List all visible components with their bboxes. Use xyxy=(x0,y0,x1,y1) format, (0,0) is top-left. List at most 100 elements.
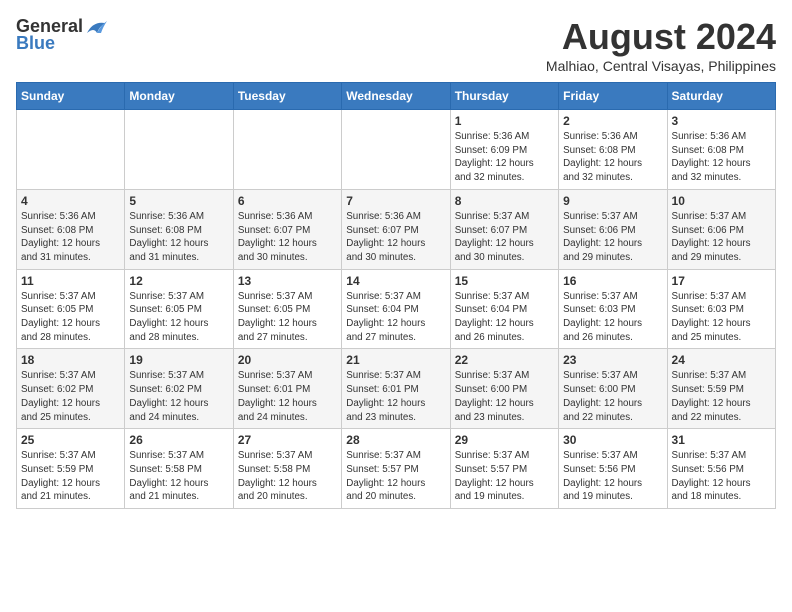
day-number: 11 xyxy=(21,274,120,288)
location: Malhiao, Central Visayas, Philippines xyxy=(546,58,776,74)
day-number: 5 xyxy=(129,194,228,208)
day-number: 14 xyxy=(346,274,445,288)
day-info: Sunrise: 5:37 AMSunset: 6:04 PMDaylight:… xyxy=(455,290,554,345)
calendar-cell: 26 Sunrise: 5:37 AMSunset: 5:58 PMDayligh… xyxy=(125,429,233,509)
day-info: Sunrise: 5:36 AMSunset: 6:08 PMDaylight:… xyxy=(672,130,771,185)
weekday-header-friday: Friday xyxy=(559,83,667,110)
calendar-cell: 6 Sunrise: 5:36 AMSunset: 6:07 PMDaylight… xyxy=(233,189,341,269)
day-number: 7 xyxy=(346,194,445,208)
calendar-cell: 28 Sunrise: 5:37 AMSunset: 5:57 PMDayligh… xyxy=(342,429,450,509)
day-info: Sunrise: 5:37 AMSunset: 6:06 PMDaylight:… xyxy=(672,210,771,265)
calendar-cell: 30 Sunrise: 5:37 AMSunset: 5:56 PMDayligh… xyxy=(559,429,667,509)
day-info: Sunrise: 5:36 AMSunset: 6:08 PMDaylight:… xyxy=(129,210,228,265)
day-info: Sunrise: 5:37 AMSunset: 6:03 PMDaylight:… xyxy=(563,290,662,345)
weekday-header-tuesday: Tuesday xyxy=(233,83,341,110)
day-number: 12 xyxy=(129,274,228,288)
calendar-cell: 1 Sunrise: 5:36 AMSunset: 6:09 PMDaylight… xyxy=(450,110,558,190)
calendar-cell: 24 Sunrise: 5:37 AMSunset: 5:59 PMDayligh… xyxy=(667,349,775,429)
day-number: 22 xyxy=(455,353,554,367)
calendar-cell: 7 Sunrise: 5:36 AMSunset: 6:07 PMDaylight… xyxy=(342,189,450,269)
calendar-week-row: 4 Sunrise: 5:36 AMSunset: 6:08 PMDaylight… xyxy=(17,189,776,269)
day-info: Sunrise: 5:37 AMSunset: 6:01 PMDaylight:… xyxy=(346,369,445,424)
calendar-cell: 3Sunrise: 5:36 AMSunset: 6:08 PMDaylight… xyxy=(667,110,775,190)
calendar-cell: 17Sunrise: 5:37 AMSunset: 6:03 PMDayligh… xyxy=(667,269,775,349)
day-info: Sunrise: 5:37 AMSunset: 5:59 PMDaylight:… xyxy=(672,369,771,424)
day-number: 25 xyxy=(21,433,120,447)
day-number: 31 xyxy=(672,433,771,447)
weekday-header-thursday: Thursday xyxy=(450,83,558,110)
calendar-cell: 5 Sunrise: 5:36 AMSunset: 6:08 PMDaylight… xyxy=(125,189,233,269)
day-number: 26 xyxy=(129,433,228,447)
day-info: Sunrise: 5:37 AMSunset: 5:56 PMDaylight:… xyxy=(563,449,662,504)
calendar-cell: 11 Sunrise: 5:37 AMSunset: 6:05 PMDayligh… xyxy=(17,269,125,349)
day-info: Sunrise: 5:37 AMSunset: 6:05 PMDaylight:… xyxy=(129,290,228,345)
calendar-cell: 9Sunrise: 5:37 AMSunset: 6:06 PMDaylight… xyxy=(559,189,667,269)
day-info: Sunrise: 5:37 AMSunset: 6:01 PMDaylight:… xyxy=(238,369,337,424)
day-info: Sunrise: 5:36 AMSunset: 6:07 PMDaylight:… xyxy=(238,210,337,265)
page-header: General Blue August 2024 Malhiao, Centra… xyxy=(16,16,776,74)
calendar-cell xyxy=(17,110,125,190)
day-info: Sunrise: 5:36 AMSunset: 6:08 PMDaylight:… xyxy=(21,210,120,265)
calendar-cell xyxy=(233,110,341,190)
calendar-cell: 12 Sunrise: 5:37 AMSunset: 6:05 PMDayligh… xyxy=(125,269,233,349)
calendar-cell: 15Sunrise: 5:37 AMSunset: 6:04 PMDayligh… xyxy=(450,269,558,349)
calendar-cell: 19Sunrise: 5:37 AMSunset: 6:02 PMDayligh… xyxy=(125,349,233,429)
calendar-cell: 29Sunrise: 5:37 AMSunset: 5:57 PMDayligh… xyxy=(450,429,558,509)
day-number: 6 xyxy=(238,194,337,208)
weekday-header-saturday: Saturday xyxy=(667,83,775,110)
day-number: 8 xyxy=(455,194,554,208)
calendar-cell: 27Sunrise: 5:37 AMSunset: 5:58 PMDayligh… xyxy=(233,429,341,509)
calendar-cell: 23 Sunrise: 5:37 AMSunset: 6:00 PMDayligh… xyxy=(559,349,667,429)
calendar-cell xyxy=(125,110,233,190)
day-number: 2 xyxy=(563,114,662,128)
logo-blue-text: Blue xyxy=(16,33,107,54)
logo: General Blue xyxy=(16,16,107,54)
day-number: 18 xyxy=(21,353,120,367)
day-info: Sunrise: 5:37 AMSunset: 6:05 PMDaylight:… xyxy=(21,290,120,345)
calendar-cell: 16 Sunrise: 5:37 AMSunset: 6:03 PMDayligh… xyxy=(559,269,667,349)
day-number: 4 xyxy=(21,194,120,208)
day-number: 29 xyxy=(455,433,554,447)
calendar-cell: 10 Sunrise: 5:37 AMSunset: 6:06 PMDayligh… xyxy=(667,189,775,269)
calendar-cell: 25 Sunrise: 5:37 AMSunset: 5:59 PMDayligh… xyxy=(17,429,125,509)
day-info: Sunrise: 5:37 AMSunset: 6:03 PMDaylight:… xyxy=(672,290,771,345)
calendar-table: SundayMondayTuesdayWednesdayThursdayFrid… xyxy=(16,82,776,509)
day-info: Sunrise: 5:37 AMSunset: 6:05 PMDaylight:… xyxy=(238,290,337,345)
day-number: 30 xyxy=(563,433,662,447)
day-number: 27 xyxy=(238,433,337,447)
calendar-cell: 18Sunrise: 5:37 AMSunset: 6:02 PMDayligh… xyxy=(17,349,125,429)
day-info: Sunrise: 5:37 AMSunset: 5:56 PMDaylight:… xyxy=(672,449,771,504)
weekday-header-wednesday: Wednesday xyxy=(342,83,450,110)
day-info: Sunrise: 5:36 AMSunset: 6:07 PMDaylight:… xyxy=(346,210,445,265)
day-number: 23 xyxy=(563,353,662,367)
day-info: Sunrise: 5:37 AMSunset: 5:57 PMDaylight:… xyxy=(346,449,445,504)
calendar-cell: 31 Sunrise: 5:37 AMSunset: 5:56 PMDayligh… xyxy=(667,429,775,509)
calendar-week-row: 11 Sunrise: 5:37 AMSunset: 6:05 PMDayligh… xyxy=(17,269,776,349)
calendar-week-row: 18Sunrise: 5:37 AMSunset: 6:02 PMDayligh… xyxy=(17,349,776,429)
calendar-cell: 22 Sunrise: 5:37 AMSunset: 6:00 PMDayligh… xyxy=(450,349,558,429)
day-info: Sunrise: 5:37 AMSunset: 5:58 PMDaylight:… xyxy=(129,449,228,504)
day-info: Sunrise: 5:37 AMSunset: 5:59 PMDaylight:… xyxy=(21,449,120,504)
day-number: 16 xyxy=(563,274,662,288)
calendar-cell: 21 Sunrise: 5:37 AMSunset: 6:01 PMDayligh… xyxy=(342,349,450,429)
calendar-week-row: 1 Sunrise: 5:36 AMSunset: 6:09 PMDaylight… xyxy=(17,110,776,190)
day-number: 28 xyxy=(346,433,445,447)
weekday-header-monday: Monday xyxy=(125,83,233,110)
day-info: Sunrise: 5:36 AMSunset: 6:09 PMDaylight:… xyxy=(455,130,554,185)
day-info: Sunrise: 5:37 AMSunset: 6:07 PMDaylight:… xyxy=(455,210,554,265)
calendar-cell: 4 Sunrise: 5:36 AMSunset: 6:08 PMDaylight… xyxy=(17,189,125,269)
day-number: 1 xyxy=(455,114,554,128)
day-info: Sunrise: 5:37 AMSunset: 6:00 PMDaylight:… xyxy=(455,369,554,424)
day-number: 9 xyxy=(563,194,662,208)
calendar-cell: 14Sunrise: 5:37 AMSunset: 6:04 PMDayligh… xyxy=(342,269,450,349)
weekday-header-sunday: Sunday xyxy=(17,83,125,110)
calendar-cell: 13 Sunrise: 5:37 AMSunset: 6:05 PMDayligh… xyxy=(233,269,341,349)
day-number: 10 xyxy=(672,194,771,208)
day-number: 24 xyxy=(672,353,771,367)
day-number: 13 xyxy=(238,274,337,288)
day-number: 19 xyxy=(129,353,228,367)
day-number: 21 xyxy=(346,353,445,367)
weekday-header-row: SundayMondayTuesdayWednesdayThursdayFrid… xyxy=(17,83,776,110)
day-info: Sunrise: 5:37 AMSunset: 6:00 PMDaylight:… xyxy=(563,369,662,424)
calendar-cell: 20Sunrise: 5:37 AMSunset: 6:01 PMDayligh… xyxy=(233,349,341,429)
